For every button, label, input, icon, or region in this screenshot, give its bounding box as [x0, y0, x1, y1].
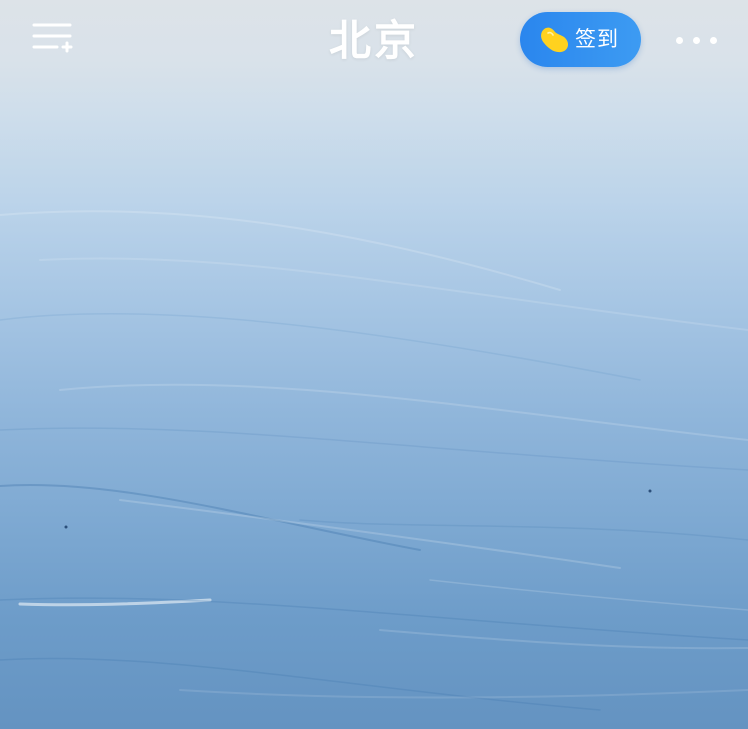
menu-add-icon: [32, 23, 73, 53]
signin-button[interactable]: 签到: [520, 12, 641, 67]
more-dots-icon: [676, 37, 683, 44]
more-dots-icon: [693, 37, 700, 44]
ice-background-image: [0, 210, 748, 711]
more-dots-icon: [710, 37, 717, 44]
city-title: 北京: [328, 16, 419, 65]
bean-icon: [541, 27, 569, 53]
top-bar: 北京 签到: [0, 0, 748, 80]
weather-screen: 北京 签到: [0, 0, 748, 729]
signin-label: 签到: [575, 27, 619, 51]
city-menu-button[interactable]: [30, 20, 74, 60]
more-button[interactable]: [668, 22, 724, 58]
